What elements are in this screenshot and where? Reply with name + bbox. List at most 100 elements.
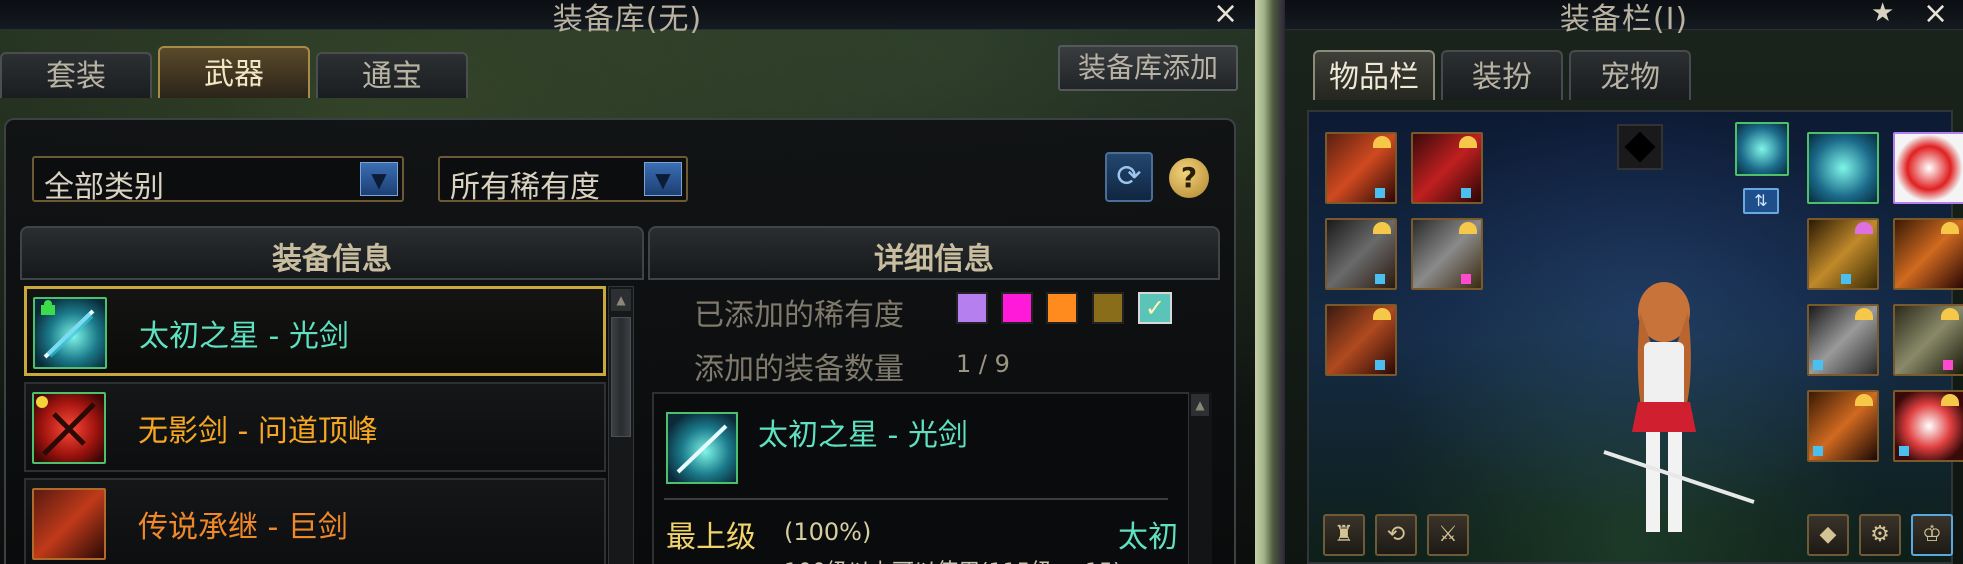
equip-slot-shoulder[interactable] bbox=[1325, 132, 1397, 204]
refresh-icon[interactable]: ⟳ bbox=[1105, 152, 1153, 202]
window-title: 装备栏(I) bbox=[1559, 2, 1689, 37]
tab-inventory[interactable]: 物品栏 bbox=[1313, 50, 1435, 100]
tab-avatar[interactable]: 装扮 bbox=[1441, 50, 1563, 100]
item-name: 传说承继 - 巨剑 bbox=[138, 510, 348, 545]
gem-icon bbox=[1373, 136, 1391, 148]
level-requirement: 100级以上可以使用(115级 ~ 15) bbox=[784, 554, 1122, 564]
equip-slot-title[interactable] bbox=[1893, 132, 1963, 204]
add-to-storage-button[interactable]: 装备库添加 bbox=[1058, 45, 1238, 91]
gem-icon bbox=[1941, 394, 1959, 406]
window-gap bbox=[1255, 0, 1285, 564]
list-item[interactable]: 无影剑 - 问道顶峰 bbox=[24, 382, 606, 472]
category-select-value: 全部类别 bbox=[44, 170, 164, 205]
rarity-swatch-unique bbox=[1046, 292, 1078, 324]
socket-icon bbox=[1375, 274, 1385, 284]
set-name: 太初 bbox=[1118, 520, 1178, 555]
sword-icon[interactable]: ⚔ bbox=[1427, 514, 1469, 556]
character-equipment-area: ⇅ ♜ ⟲ ⚔ ◆ ⚙ ♔ bbox=[1307, 110, 1963, 564]
help-icon[interactable]: ? bbox=[1169, 158, 1209, 198]
socket-icon bbox=[1813, 360, 1823, 370]
equip-slot-weapon[interactable] bbox=[1807, 132, 1879, 204]
gem-icon bbox=[1459, 136, 1477, 148]
equip-slot-belt[interactable] bbox=[1411, 218, 1483, 290]
inventory-window: 装备栏(I) ★ × 物品栏 装扮 宠物 ⇅ ♜ ⟲ ⚔ ◆ ⚙ ♔ bbox=[1285, 0, 1963, 564]
equip-list-scrollbar[interactable]: ▲ bbox=[608, 286, 634, 564]
gem-icon[interactable]: ◆ bbox=[1807, 514, 1849, 556]
gem-icon bbox=[1373, 222, 1391, 234]
equip-slot-top[interactable] bbox=[1411, 132, 1483, 204]
lightsaber-icon bbox=[33, 297, 107, 369]
list-item[interactable]: 传说承继 - 巨剑 bbox=[24, 478, 606, 564]
scroll-up-icon[interactable]: ▲ bbox=[611, 289, 631, 311]
gem-icon bbox=[1855, 308, 1873, 320]
equip-slot-bottom[interactable] bbox=[1325, 218, 1397, 290]
gem-icon bbox=[1941, 308, 1959, 320]
tab-weapon[interactable]: 武器 bbox=[158, 46, 310, 98]
rarity-swatch-legendary bbox=[956, 292, 988, 324]
star-icon[interactable]: ★ bbox=[1871, 0, 1894, 28]
equip-slot-shoes[interactable] bbox=[1325, 304, 1397, 376]
close-icon[interactable]: × bbox=[1923, 0, 1948, 31]
item-name: 太初之星 - 光剑 bbox=[139, 319, 349, 354]
socket-icon bbox=[1841, 274, 1851, 284]
tab-set[interactable]: 套装 bbox=[0, 52, 152, 98]
category-select[interactable]: 全部类别 ▼ bbox=[32, 156, 404, 205]
equip-slot-bracelet[interactable] bbox=[1807, 218, 1879, 290]
window-title: 装备库(无) bbox=[552, 2, 703, 37]
socket-icon bbox=[1943, 360, 1953, 370]
equip-info-header: 装备信息 bbox=[20, 226, 644, 280]
gem-icon bbox=[1941, 222, 1959, 234]
added-rarity-label: 已添加的稀有度 bbox=[694, 298, 904, 333]
rarity-swatch-epic bbox=[1001, 292, 1033, 324]
gear-icon[interactable]: ⚙ bbox=[1859, 514, 1901, 556]
equip-slot-ring[interactable] bbox=[1807, 304, 1879, 376]
swap-icon[interactable]: ⟲ bbox=[1375, 514, 1417, 556]
socket-icon bbox=[1375, 360, 1385, 370]
title-bar[interactable]: 装备库(无) × bbox=[0, 0, 1255, 37]
socket-icon bbox=[1461, 188, 1471, 198]
added-count-label: 添加的装备数量 bbox=[694, 352, 904, 387]
grade-label: 最上级 bbox=[666, 520, 756, 555]
item-name: 无影剑 - 问道顶峰 bbox=[138, 414, 378, 449]
equip-slot-earring[interactable] bbox=[1893, 390, 1963, 462]
gem-icon bbox=[1373, 308, 1391, 320]
socket-icon bbox=[1375, 188, 1385, 198]
check-icon: ✓ bbox=[1138, 292, 1172, 324]
equip-slot-sub[interactable] bbox=[1893, 304, 1963, 376]
divider bbox=[664, 498, 1168, 500]
rarity-select[interactable]: 所有稀有度 ▼ bbox=[438, 156, 688, 205]
chevron-down-icon[interactable]: ▼ bbox=[360, 162, 398, 196]
swap-icon[interactable]: ⇅ bbox=[1743, 188, 1779, 214]
armor-icon[interactable]: ♜ bbox=[1323, 514, 1365, 556]
socket-icon bbox=[1461, 274, 1471, 284]
scroll-up-icon[interactable]: ▲ bbox=[1191, 394, 1209, 416]
tab-pet[interactable]: 宠物 bbox=[1569, 50, 1691, 100]
title-slot[interactable] bbox=[1617, 124, 1663, 170]
title-bar[interactable]: 装备栏(I) ★ × bbox=[1285, 0, 1963, 37]
tab-treasure[interactable]: 通宝 bbox=[316, 52, 468, 98]
socket-icon bbox=[1899, 446, 1909, 456]
greatsword-icon bbox=[32, 488, 106, 560]
scroll-thumb[interactable] bbox=[611, 317, 631, 437]
detail-scrollbar[interactable]: ▲ bbox=[1188, 392, 1212, 564]
detail-info-header: 详细信息 bbox=[648, 226, 1220, 280]
character-avatar bbox=[1603, 282, 1755, 532]
grade-percent: (100%) bbox=[784, 518, 872, 546]
chevron-down-icon[interactable]: ▼ bbox=[644, 162, 682, 196]
rarity-swatch-myth bbox=[1092, 292, 1124, 324]
shadow-sword-icon bbox=[32, 392, 106, 464]
trophy-icon[interactable]: ♔ bbox=[1911, 514, 1953, 556]
list-item[interactable]: 太初之星 - 光剑 bbox=[24, 286, 606, 376]
detail-item-name: 太初之星 - 光剑 bbox=[758, 418, 968, 453]
close-icon[interactable]: × bbox=[1213, 0, 1238, 31]
gem-icon bbox=[1855, 222, 1873, 234]
socket-icon bbox=[1813, 446, 1823, 456]
equip-list: 太初之星 - 光剑 无影剑 - 问道顶峰 传说承继 - 巨剑 bbox=[24, 286, 606, 564]
gem-icon bbox=[1459, 222, 1477, 234]
lightsaber-icon bbox=[666, 412, 738, 484]
rarity-select-value: 所有稀有度 bbox=[450, 170, 600, 205]
equip-slot-necklace[interactable] bbox=[1893, 218, 1963, 290]
equip-slot-magic-stone[interactable] bbox=[1807, 390, 1879, 462]
added-count-value: 1 / 9 bbox=[956, 350, 1010, 378]
weapon-preview-slot[interactable] bbox=[1735, 122, 1789, 176]
